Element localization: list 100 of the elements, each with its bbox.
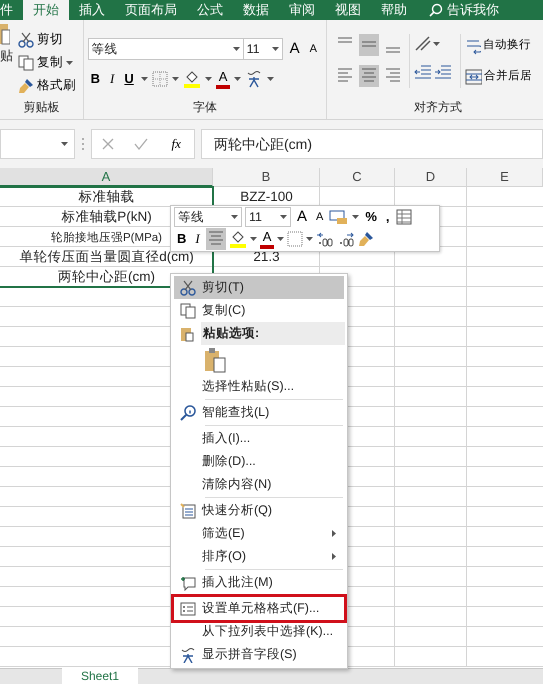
merge-cells-icon <box>465 68 482 86</box>
caret-icon <box>352 215 360 219</box>
column-header[interactable]: D <box>395 168 467 187</box>
menu-item[interactable]: 剪切(T) <box>174 276 344 299</box>
merge-center-button[interactable]: 合并后居 <box>463 65 534 88</box>
caret-icon <box>267 77 274 81</box>
styles-icon[interactable] <box>329 209 350 225</box>
table-cell: 标准轴载 <box>78 189 136 204</box>
ribbon-tab[interactable]: 页面布局 <box>115 0 187 20</box>
grow-font-button[interactable]: A <box>294 207 310 227</box>
copy-button[interactable]: 复制 <box>16 51 78 74</box>
borders-icon[interactable] <box>152 71 168 87</box>
font-size-combo[interactable]: 11 <box>242 38 283 60</box>
comma-button[interactable]: , <box>382 207 393 227</box>
paste-button-label[interactable]: 贴 <box>0 46 13 66</box>
grow-font-button[interactable]: A <box>286 38 303 60</box>
bold-button[interactable]: B <box>88 68 104 90</box>
ribbon-tab[interactable]: 视图 <box>325 0 371 20</box>
menu-item[interactable]: 删除(D)... <box>174 450 344 473</box>
caret-icon <box>140 77 148 81</box>
caret-icon <box>231 215 238 219</box>
decrease-decimal-icon[interactable] <box>337 231 356 247</box>
ribbon-tab[interactable]: 审阅 <box>279 0 325 20</box>
align-middle-icon[interactable] <box>359 34 379 56</box>
menu-item[interactable]: 从下拉列表中选择(K)... <box>174 620 344 643</box>
group-label: 字体 <box>192 99 218 116</box>
submenu-arrow-icon <box>332 530 336 537</box>
menu-item[interactable]: 智能查找(L) <box>174 401 344 424</box>
shrink-font-button[interactable]: A <box>313 207 326 227</box>
phonetic-guide-icon <box>180 646 196 662</box>
align-center-icon[interactable] <box>206 228 226 250</box>
shrink-font-button[interactable]: A <box>306 38 320 60</box>
ribbon-tab[interactable]: 件 <box>0 0 23 20</box>
ribbon-tab[interactable]: 开始 <box>23 0 69 20</box>
fill-color-icon[interactable] <box>182 70 201 88</box>
menu-item[interactable]: 显示拼音字段(S) <box>174 643 344 666</box>
underline-button[interactable]: U <box>121 68 137 90</box>
menu-item[interactable]: 插入批注(M) <box>174 571 344 594</box>
column-header[interactable]: A <box>0 168 213 187</box>
sheet-tab[interactable]: Sheet1 <box>62 668 138 684</box>
insert-function-button[interactable]: fx <box>168 133 184 155</box>
percent-button[interactable]: % <box>362 207 380 227</box>
align-center-icon[interactable] <box>359 65 379 87</box>
table-cell: BZZ-100 <box>239 189 294 204</box>
comment-icon <box>180 574 196 590</box>
caret-icon <box>306 237 314 241</box>
table-cell: 轮胎接地压强P(MPa) <box>50 232 163 244</box>
table-format-icon[interactable] <box>396 209 412 225</box>
font-size-combo[interactable]: 11 <box>245 207 291 227</box>
menu-item[interactable]: 选择性粘贴(S)... <box>174 375 344 398</box>
grip-icon <box>81 137 85 151</box>
menu-item[interactable]: 快速分析(Q) <box>174 499 344 522</box>
cut-button[interactable]: 剪切 <box>16 28 78 51</box>
copy-icon <box>18 54 34 70</box>
tell-me-search[interactable]: 告诉我你 <box>447 0 499 20</box>
caret-icon <box>61 142 68 146</box>
menu-item[interactable]: 排序(O) <box>174 545 344 568</box>
menu-item[interactable]: 复制(C) <box>174 299 344 322</box>
wrap-text-button[interactable]: 自动换行 <box>463 34 534 57</box>
formula-input[interactable]: 两轮中心距(cm) <box>201 129 543 159</box>
font-name-combo[interactable]: 等线 <box>174 207 242 227</box>
brush-icon[interactable] <box>358 231 374 247</box>
italic-button[interactable]: I <box>192 229 203 249</box>
table-cell: 21.3 <box>252 249 281 264</box>
increase-decimal-icon[interactable] <box>316 231 334 247</box>
copy-icon <box>180 302 196 318</box>
menu-item[interactable]: 清除内容(N) <box>174 473 344 496</box>
format-painter-button[interactable]: 格式刷 <box>16 74 78 97</box>
scissors-icon <box>180 280 196 296</box>
font-color-button[interactable]: A <box>260 229 274 249</box>
bold-button[interactable]: B <box>174 229 190 249</box>
menu-item[interactable]: 插入(I)... <box>174 427 344 450</box>
caret-icon <box>172 77 179 81</box>
caret-icon <box>280 215 287 219</box>
caret-icon <box>433 42 440 46</box>
fill-color-icon[interactable] <box>228 230 247 248</box>
column-header[interactable]: C <box>320 168 395 187</box>
ribbon-tab[interactable]: 插入 <box>69 0 115 20</box>
ribbon-tab[interactable]: 公式 <box>187 0 233 20</box>
font-color-button[interactable]: A <box>216 69 230 89</box>
caret-icon <box>277 237 284 241</box>
caret-icon <box>66 60 73 64</box>
caret-icon <box>232 47 240 51</box>
column-header[interactable]: B <box>213 168 320 187</box>
italic-button[interactable]: I <box>107 68 118 90</box>
group-label: 对齐方式 <box>413 99 463 116</box>
font-name-combo[interactable]: 等线 <box>88 38 244 60</box>
menu-item[interactable]: 设置单元格格式(F)... <box>174 597 344 620</box>
ribbon-tab[interactable]: 数据 <box>233 0 279 20</box>
borders-icon[interactable] <box>287 231 304 247</box>
caret-icon <box>250 237 257 241</box>
smart-lookup-icon <box>180 404 196 420</box>
ribbon-tab[interactable]: 帮助 <box>371 0 417 20</box>
table-cell: 标准轴载P(kN) <box>60 209 153 224</box>
caret-icon <box>272 47 279 51</box>
column-header[interactable]: E <box>467 168 543 187</box>
paste-option-icon[interactable] <box>203 347 227 373</box>
brush-icon <box>18 78 34 94</box>
menu-item[interactable]: 筛选(E) <box>174 522 344 545</box>
table-cell: 两轮中心距(cm) <box>57 269 156 284</box>
